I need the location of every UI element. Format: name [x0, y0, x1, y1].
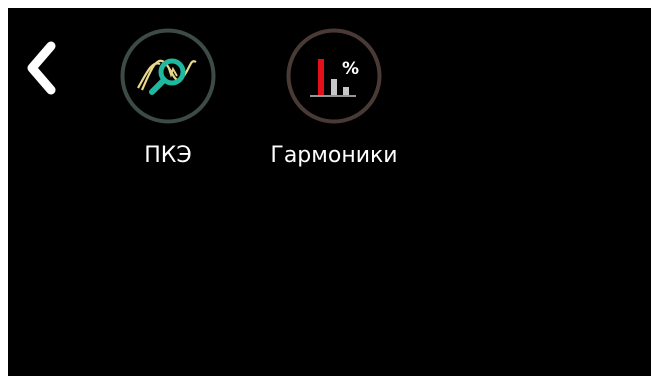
pke-label: ПКЭ [144, 143, 192, 168]
pke-tile[interactable]: ПКЭ [93, 26, 243, 186]
harmonics-tile[interactable]: % Гармоники [259, 26, 409, 186]
harmonics-icon-ring: % [286, 28, 382, 124]
harmonics-label: Гармоники [270, 143, 398, 168]
back-button[interactable] [23, 40, 61, 96]
pke-icon-ring [120, 28, 216, 124]
harmonics-bar-percent-icon: % [286, 28, 382, 124]
screen: ПКЭ % Гармоники [8, 8, 651, 376]
chevron-left-icon [27, 41, 56, 95]
svg-text:%: % [342, 59, 359, 79]
power-quality-search-icon [120, 28, 216, 124]
